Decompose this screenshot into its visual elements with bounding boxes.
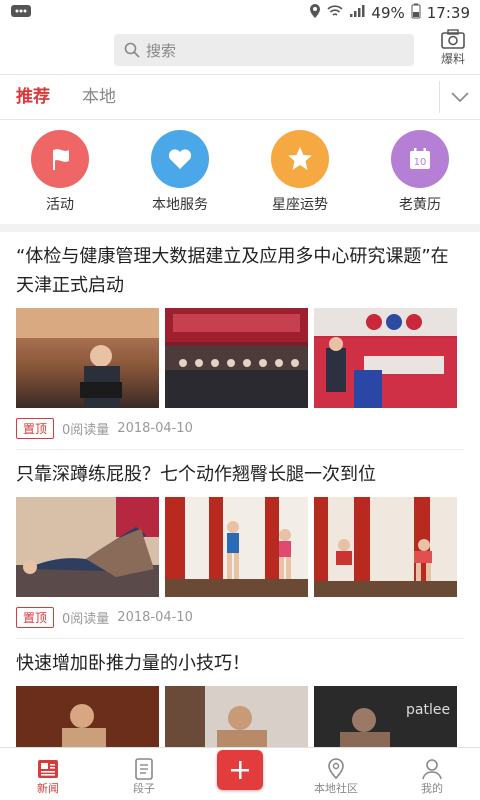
star-icon — [271, 130, 329, 188]
location-pin-icon — [328, 758, 344, 780]
publish-date: 2018-04-10 — [117, 610, 193, 625]
tab-recommend[interactable]: 推荐 — [0, 75, 66, 119]
svg-text:patlee: patlee — [406, 702, 450, 718]
article-thumbnail — [314, 308, 457, 408]
shortcut-label: 星座运势 — [272, 197, 328, 213]
article-thumbnail — [165, 308, 308, 408]
article-thumbnail — [16, 308, 159, 408]
heart-icon — [151, 130, 209, 188]
search-placeholder: 搜索 — [146, 41, 177, 60]
shortcut-activity[interactable]: 活动 — [5, 130, 115, 214]
plus-icon — [217, 750, 263, 790]
shortcut-local-service[interactable]: 本地服务 — [125, 130, 235, 214]
search-input[interactable]: 搜索 — [114, 34, 414, 66]
top-header: 搜索 爆料 — [0, 26, 480, 75]
battery-text: 49% — [371, 4, 405, 22]
article-meta: 置顶 0阅读量 2018-04-10 — [16, 607, 464, 628]
article-thumbnail — [165, 497, 308, 597]
article-meta: 置顶 0阅读量 2018-04-10 — [16, 418, 464, 439]
read-count: 0阅读量 — [62, 612, 110, 627]
shortcut-horoscope[interactable]: 星座运势 — [245, 130, 355, 214]
svg-text:10: 10 — [414, 157, 427, 168]
pinned-badge: 置顶 — [16, 418, 55, 439]
shortcut-label: 本地服务 — [152, 197, 208, 213]
article-title: 快速增加卧推力量的小技巧！ — [16, 653, 250, 674]
article-title: “体检与健康管理大数据建立及应用多中心研究课题”在天津正式启动 — [16, 246, 449, 296]
nav-local-community[interactable]: 本地社区 — [296, 758, 376, 800]
wifi-icon — [327, 4, 343, 22]
bottom-nav: 新闻 段子 本地社区 我的 — [0, 747, 480, 800]
camera-icon — [441, 29, 465, 49]
clock: 17:39 — [426, 4, 470, 22]
tab-local[interactable]: 本地 — [66, 75, 132, 119]
location-icon — [309, 3, 321, 23]
shortcut-label: 老黄历 — [399, 197, 441, 213]
nav-label: 本地社区 — [314, 782, 358, 795]
channel-tabs: 推荐 本地 — [0, 75, 480, 120]
newspaper-icon — [38, 760, 58, 778]
report-button[interactable]: 爆料 — [440, 28, 466, 67]
search-icon — [124, 42, 140, 58]
nav-publish[interactable] — [200, 750, 280, 800]
read-count: 0阅读量 — [62, 423, 110, 438]
status-bar: 49% 17:39 — [0, 0, 480, 26]
nav-news[interactable]: 新闻 — [8, 758, 88, 800]
flag-icon — [31, 130, 89, 188]
chevron-down-icon — [451, 92, 469, 102]
nav-label: 我的 — [421, 782, 443, 795]
article-thumbnail — [16, 497, 159, 597]
shortcut-label: 活动 — [46, 197, 74, 213]
signal-icon — [349, 4, 365, 22]
news-article[interactable]: “体检与健康管理大数据建立及应用多中心研究课题”在天津正式启动 置顶 0阅读量 … — [16, 232, 464, 450]
article-title: 只靠深蹲练屁股？七个动作翘臀长腿一次到位 — [16, 464, 376, 485]
pinned-badge: 置顶 — [16, 607, 55, 628]
news-feed: “体检与健康管理大数据建立及应用多中心研究课题”在天津正式启动 置顶 0阅读量 … — [0, 232, 480, 796]
notification-icon — [10, 4, 32, 22]
battery-icon — [411, 3, 421, 23]
nav-label: 段子 — [133, 782, 155, 795]
nav-me[interactable]: 我的 — [392, 758, 472, 800]
user-icon — [422, 759, 442, 780]
publish-date: 2018-04-10 — [117, 421, 193, 436]
report-label: 爆料 — [440, 52, 465, 66]
document-icon — [135, 758, 153, 780]
nav-jokes[interactable]: 段子 — [104, 758, 184, 800]
news-article[interactable]: 只靠深蹲练屁股？七个动作翘臀长腿一次到位 置顶 0阅读量 2018-04-10 — [16, 450, 464, 639]
shortcut-almanac[interactable]: 10 老黄历 — [365, 130, 475, 214]
calendar-icon: 10 — [391, 130, 449, 188]
nav-label: 新闻 — [37, 782, 59, 795]
expand-tabs-button[interactable] — [439, 81, 480, 113]
shortcut-grid: 活动 本地服务 星座运势 10 老黄历 — [0, 120, 480, 232]
article-thumbnail — [314, 497, 457, 597]
